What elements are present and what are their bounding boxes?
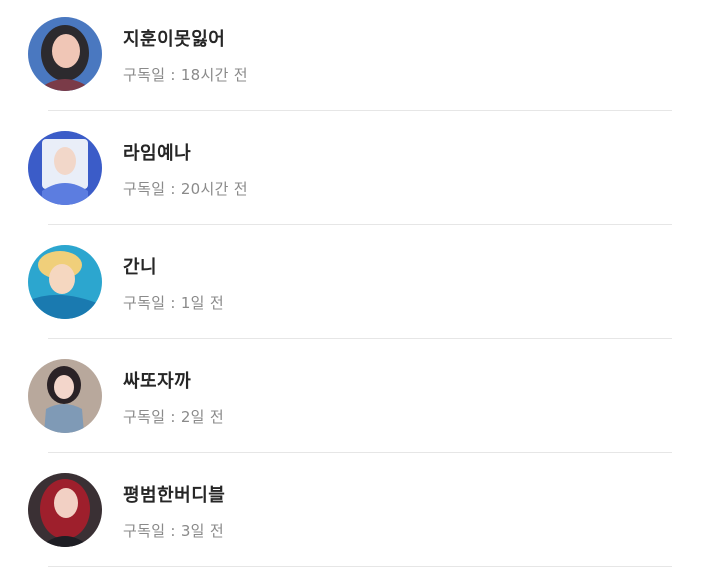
subscribe-date-separator: :	[165, 294, 181, 312]
avatar-face	[52, 34, 80, 68]
avatar-image	[28, 131, 102, 205]
subscribe-date-separator: :	[165, 66, 181, 84]
subscriber-name: 간니	[123, 257, 158, 278]
divider	[48, 566, 672, 567]
avatar-face	[54, 375, 74, 399]
list-item[interactable]: 지훈이못잃어 구독일 : 18시간 전	[0, 0, 720, 114]
subscribe-date-label: 구독일	[123, 294, 166, 312]
subscribe-date: 구독일 : 1일 전	[123, 292, 224, 313]
subscribe-date-label: 구독일	[123, 66, 166, 84]
subscribe-date: 구독일 : 2일 전	[123, 406, 224, 427]
subscribe-date-value: 20시간 전	[180, 180, 248, 198]
avatar[interactable]	[28, 473, 102, 547]
avatar[interactable]	[28, 359, 102, 433]
list-item[interactable]: 간니 구독일 : 1일 전	[0, 228, 720, 342]
subscribe-date-separator: :	[165, 180, 181, 198]
subscribe-date: 구독일 : 20시간 전	[123, 178, 248, 199]
divider	[48, 110, 672, 111]
subscriber-name: 평범한버디블	[123, 485, 226, 506]
subscribe-date-value: 3일 전	[180, 522, 224, 540]
subscribe-date-value: 2일 전	[180, 408, 224, 426]
list-item[interactable]: 라임예나 구독일 : 20시간 전	[0, 114, 720, 228]
subscribe-date-value: 18시간 전	[180, 66, 248, 84]
subscribe-date-label: 구독일	[123, 180, 166, 198]
avatar-image	[28, 359, 102, 433]
subscribe-date-label: 구독일	[123, 408, 166, 426]
list-item[interactable]: 싸또자까 구독일 : 2일 전	[0, 342, 720, 456]
subscriber-list: 지훈이못잃어 구독일 : 18시간 전 라임예나 구독일 : 20시간 전 간니	[0, 0, 720, 570]
subscribe-date: 구독일 : 3일 전	[123, 520, 224, 541]
avatar-image	[28, 473, 102, 547]
divider	[48, 338, 672, 339]
avatar-image	[28, 245, 102, 319]
subscribe-date: 구독일 : 18시간 전	[123, 64, 248, 85]
divider	[48, 452, 672, 453]
list-item[interactable]: 평범한버디블 구독일 : 3일 전	[0, 456, 720, 570]
subscribe-date-value: 1일 전	[180, 294, 224, 312]
avatar-face	[54, 147, 76, 175]
subscriber-name: 싸또자까	[123, 371, 192, 392]
avatar[interactable]	[28, 17, 102, 91]
avatar-clothing	[44, 404, 84, 433]
avatar[interactable]	[28, 245, 102, 319]
divider	[48, 224, 672, 225]
subscribe-date-separator: :	[165, 522, 181, 540]
avatar-face	[49, 264, 75, 294]
subscribe-date-separator: :	[165, 408, 181, 426]
subscriber-name: 라임예나	[123, 143, 192, 164]
subscribe-date-label: 구독일	[123, 522, 166, 540]
avatar[interactable]	[28, 131, 102, 205]
avatar-face	[54, 488, 78, 518]
avatar-image	[28, 17, 102, 91]
subscriber-name: 지훈이못잃어	[123, 29, 226, 50]
